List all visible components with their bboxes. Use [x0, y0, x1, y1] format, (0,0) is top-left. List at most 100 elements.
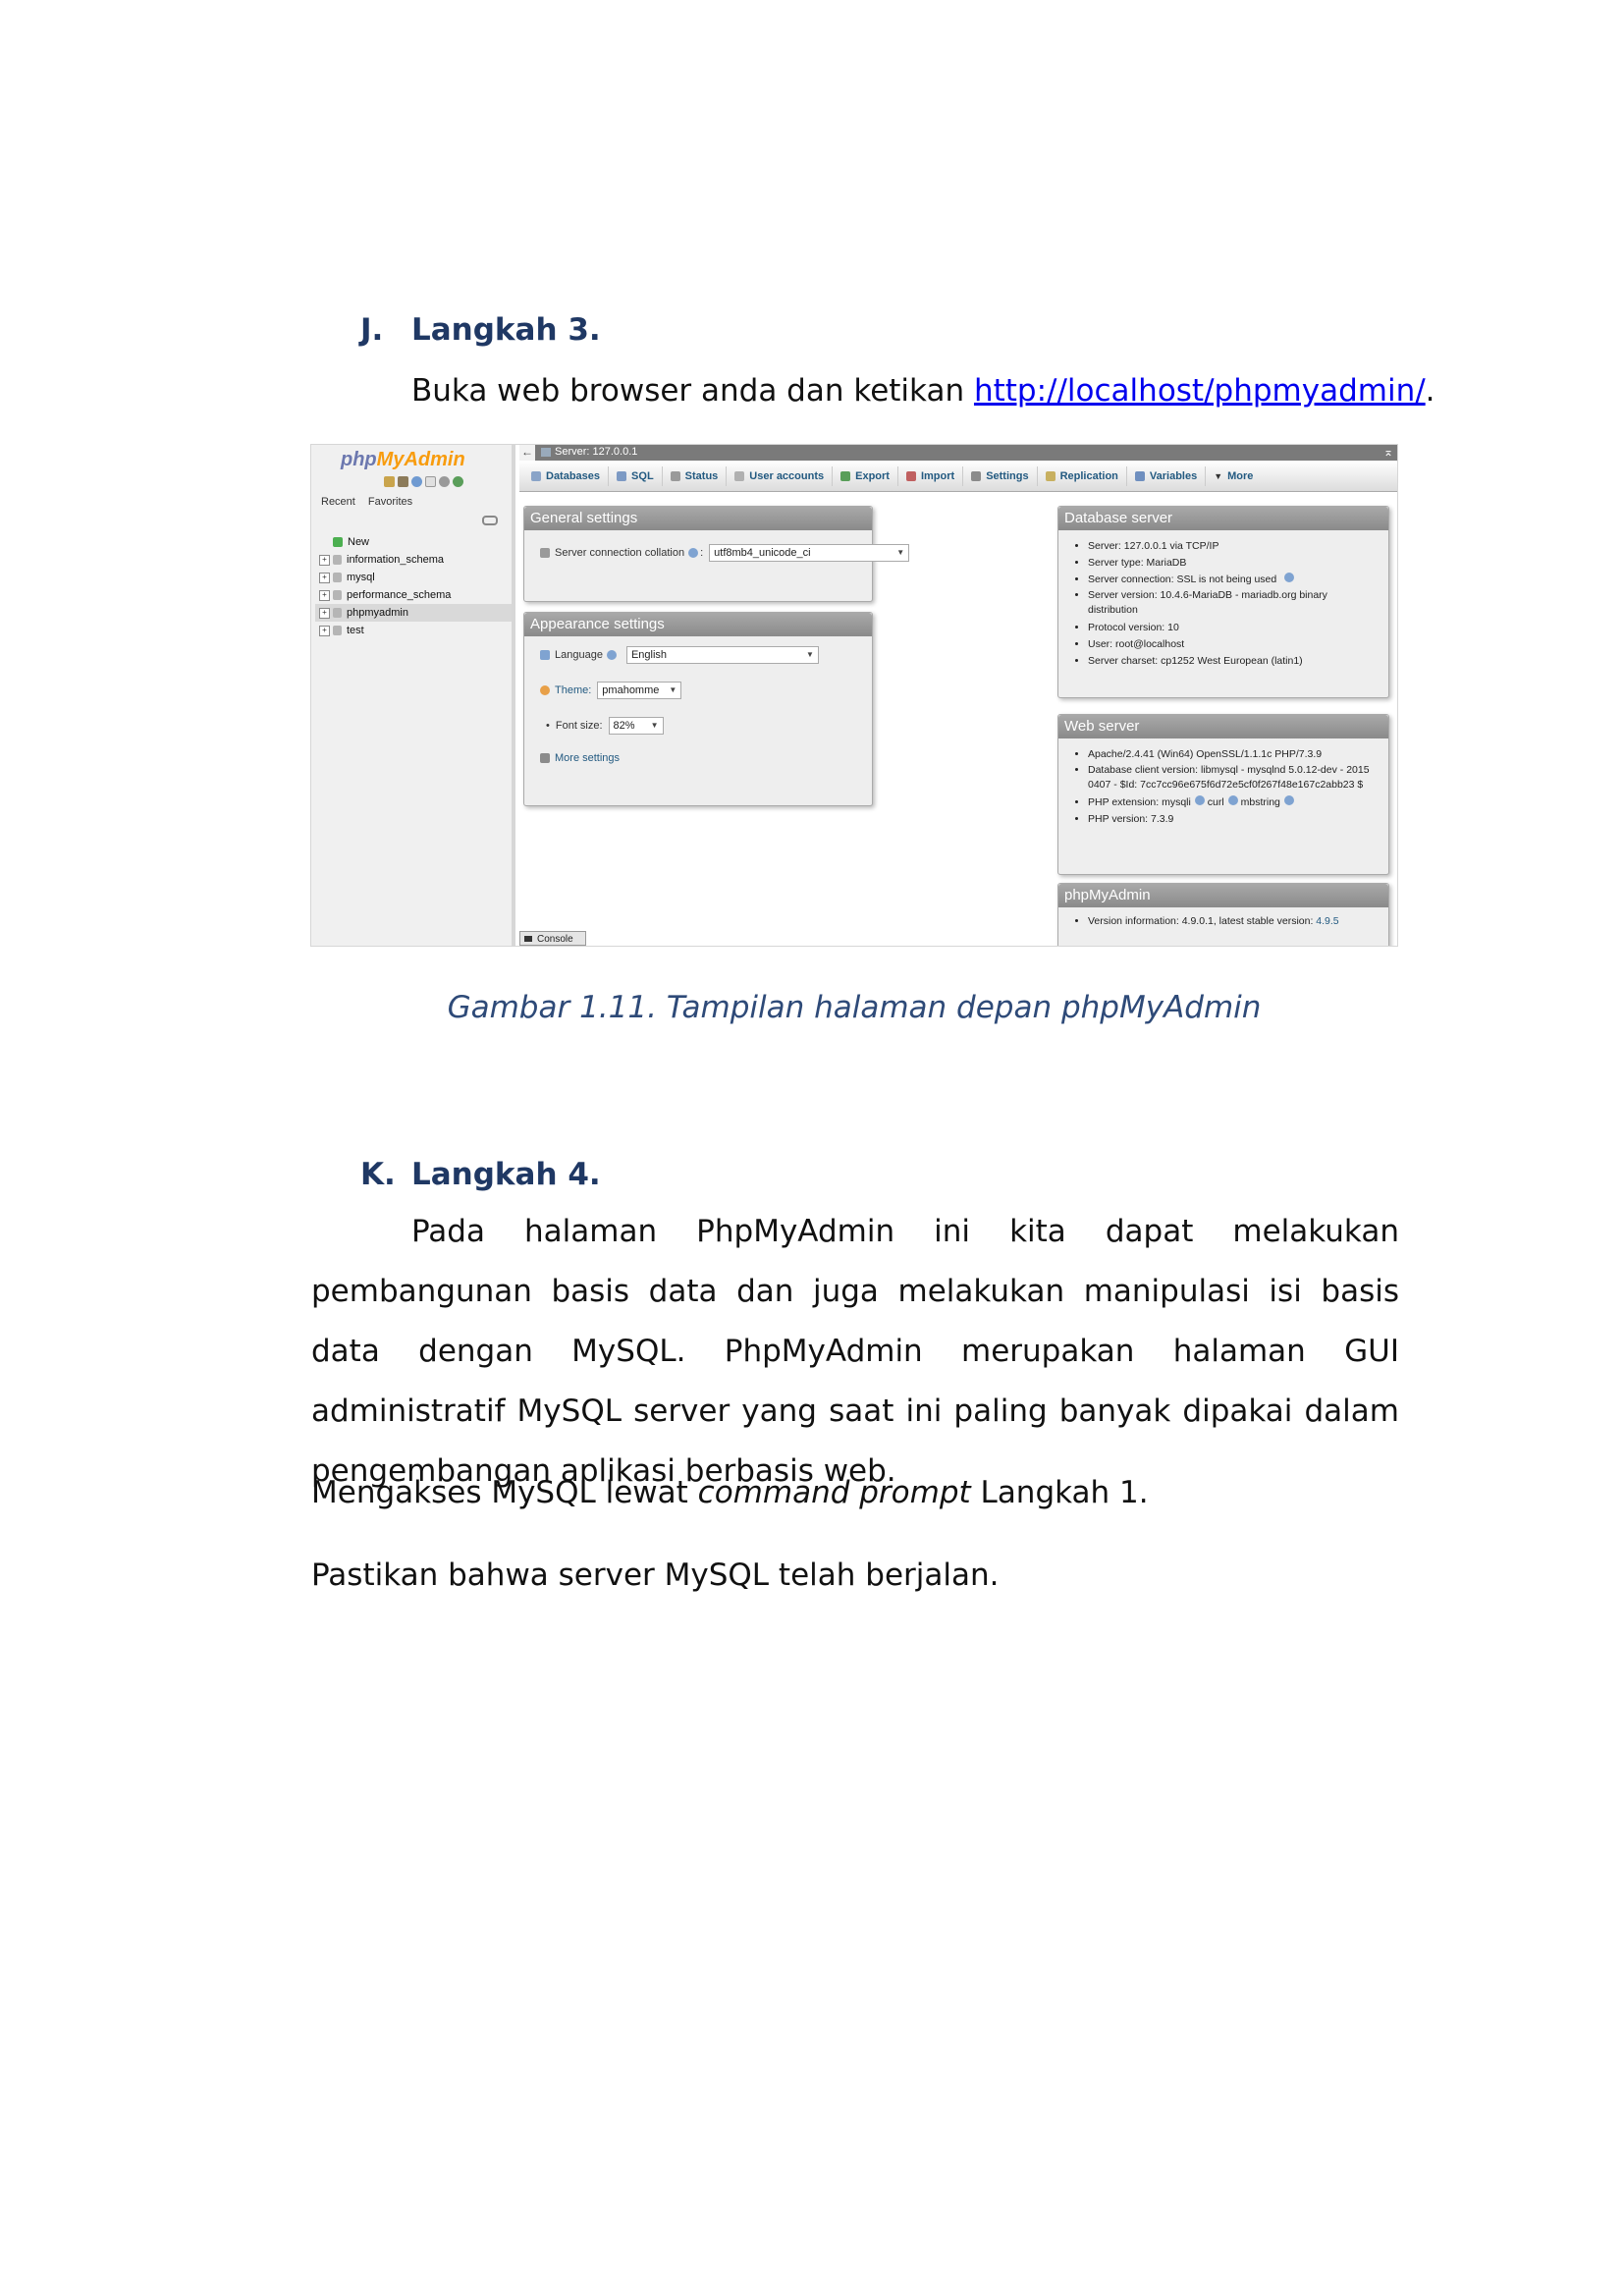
- tab-user-accounts[interactable]: User accounts: [727, 465, 834, 486]
- chevron-down-icon: ▼: [650, 721, 659, 730]
- font-size-select[interactable]: 82% ▼: [608, 717, 664, 735]
- tab-export[interactable]: Export: [833, 465, 898, 486]
- theme-label[interactable]: Theme:: [555, 684, 591, 696]
- list-item: Server charset: cp1252 West European (la…: [1088, 653, 1373, 670]
- step-k-paragraph: Pada halaman PhpMyAdmin ini kita dapat m…: [311, 1214, 1399, 1489]
- language-row: Language English ▼: [540, 646, 819, 664]
- server-label[interactable]: Server: 127.0.0.1: [555, 446, 637, 458]
- top-menu-tabs: Databases SQL Status User accounts Expor…: [519, 461, 1397, 492]
- command-prompt-term: command prompt: [697, 1475, 971, 1510]
- step-k-line-3: Pastikan bahwa server MySQL telah berjal…: [311, 1558, 1000, 1593]
- help-icon[interactable]: [1284, 573, 1295, 582]
- tree-item-information-schema[interactable]: + information_schema: [315, 551, 512, 569]
- import-icon: [905, 470, 916, 481]
- collapse-icon[interactable]: ⌅: [1383, 445, 1393, 459]
- tab-variables[interactable]: Variables: [1127, 465, 1207, 486]
- pma-navigation-panel: phpMyAdmin Recent Favorites New + informa…: [311, 445, 515, 946]
- tab-replication[interactable]: Replication: [1038, 465, 1127, 486]
- server-icon: [541, 448, 551, 457]
- tab-status[interactable]: Status: [663, 465, 728, 486]
- expand-icon: +: [319, 607, 330, 619]
- export-icon: [840, 470, 851, 481]
- database-server-panel: Database server Server: 127.0.0.1 via TC…: [1057, 506, 1389, 698]
- expand-icon: +: [319, 572, 330, 583]
- user-accounts-icon: [734, 470, 745, 481]
- variables-icon: [1134, 470, 1145, 481]
- home-icon[interactable]: [384, 476, 395, 487]
- console-icon: [524, 936, 532, 942]
- list-item: Apache/2.4.41 (Win64) OpenSSL/1.1.1c PHP…: [1088, 746, 1373, 763]
- recent-favorites-row: Recent Favorites: [321, 496, 422, 508]
- tree-item-new[interactable]: New: [315, 533, 512, 551]
- tab-more[interactable]: ▼ More: [1206, 466, 1261, 486]
- database-icon: [333, 626, 342, 635]
- general-settings-panel: General settings Server connection colla…: [523, 506, 910, 602]
- recent-tab[interactable]: Recent: [321, 496, 355, 508]
- reload-icon[interactable]: [453, 476, 463, 487]
- gear-icon[interactable]: [439, 476, 450, 487]
- language-select[interactable]: English ▼: [625, 646, 819, 664]
- link-icon[interactable]: [482, 516, 498, 525]
- font-size-label: Font size:: [555, 720, 603, 732]
- tree-item-performance-schema[interactable]: + performance_schema: [315, 586, 512, 604]
- theme-row: Theme: pmahomme ▼: [540, 682, 682, 699]
- console-button[interactable]: Console: [519, 931, 586, 946]
- database-icon: [333, 590, 342, 600]
- latest-version-link[interactable]: 4.9.5: [1316, 915, 1338, 927]
- expand-icon: +: [319, 625, 330, 636]
- tab-settings[interactable]: Settings: [963, 465, 1038, 486]
- phpmyadmin-info-panel: phpMyAdmin Version information: 4.9.0.1,…: [1057, 883, 1389, 946]
- database-tree: New + information_schema + mysql + performa…: [315, 533, 512, 639]
- help-icon[interactable]: [688, 548, 699, 558]
- web-server-list: Apache/2.4.41 (Win64) OpenSSL/1.1.1c PHP…: [1058, 746, 1373, 828]
- list-item: Server type: MariaDB: [1088, 555, 1373, 572]
- tab-sql[interactable]: SQL: [609, 465, 663, 486]
- phpmyadmin-link[interactable]: http://localhost/phpmyadmin/: [974, 373, 1426, 409]
- list-item: PHP extension: mysqli curl mbstring: [1088, 794, 1373, 811]
- list-item: Server: 127.0.0.1 via TCP/IP: [1088, 538, 1373, 555]
- step-j-title: Langkah 3.: [411, 312, 601, 348]
- web-server-panel: Web server Apache/2.4.41 (Win64) OpenSSL…: [1057, 714, 1389, 875]
- database-icon: [333, 608, 342, 618]
- logout-icon[interactable]: [398, 476, 408, 487]
- language-icon: [540, 650, 550, 660]
- collation-icon: [540, 548, 550, 558]
- help-icon[interactable]: [1283, 795, 1294, 805]
- web-server-title: Web server: [1058, 715, 1388, 738]
- pma-logo[interactable]: phpMyAdmin: [341, 449, 465, 471]
- database-server-list: Server: 127.0.0.1 via TCP/IP Server type…: [1058, 538, 1373, 670]
- wrench-icon: [540, 753, 550, 763]
- tab-databases[interactable]: Databases: [523, 465, 610, 486]
- tree-item-phpmyadmin[interactable]: + phpmyadmin: [315, 604, 512, 622]
- help-icon[interactable]: [1227, 795, 1238, 805]
- appearance-settings-title: Appearance settings: [524, 613, 872, 636]
- chevron-down-icon: ▼: [669, 685, 677, 694]
- theme-select[interactable]: pmahomme ▼: [597, 682, 682, 699]
- list-item: PHP version: 7.3.9: [1088, 811, 1373, 828]
- general-settings-title: General settings: [524, 507, 872, 530]
- help-icon[interactable]: [606, 650, 617, 660]
- tab-import[interactable]: Import: [898, 465, 964, 486]
- database-icon: [333, 573, 342, 582]
- appearance-settings-panel: Appearance settings Language English ▼ Th…: [523, 612, 873, 806]
- step-j-letter: J.: [360, 312, 384, 348]
- tree-item-mysql[interactable]: + mysql: [315, 569, 512, 586]
- more-settings-link[interactable]: More settings: [555, 752, 620, 764]
- collation-row: Server connection collation : utf8mb4_un…: [540, 544, 910, 562]
- collation-select[interactable]: utf8mb4_unicode_ci ▼: [709, 544, 910, 562]
- help-icon[interactable]: [1194, 795, 1205, 805]
- back-arrow-icon[interactable]: ←: [519, 445, 535, 461]
- list-item: Database client version: libmysql - mysq…: [1088, 763, 1373, 793]
- caret-down-icon: ▼: [1214, 470, 1223, 481]
- expand-icon: +: [319, 589, 330, 601]
- docs-icon[interactable]: [425, 476, 436, 487]
- pma-quick-icons: [384, 476, 463, 487]
- favorites-tab[interactable]: Favorites: [368, 496, 412, 508]
- list-item: Server connection: SSL is not being used: [1088, 572, 1373, 588]
- step-j-heading: J. Langkah 3.: [360, 312, 601, 348]
- language-label: Language: [555, 649, 603, 661]
- help-icon[interactable]: [411, 476, 422, 487]
- tree-item-test[interactable]: + test: [315, 622, 512, 639]
- replication-icon: [1045, 470, 1056, 481]
- chevron-down-icon: ▼: [806, 650, 814, 659]
